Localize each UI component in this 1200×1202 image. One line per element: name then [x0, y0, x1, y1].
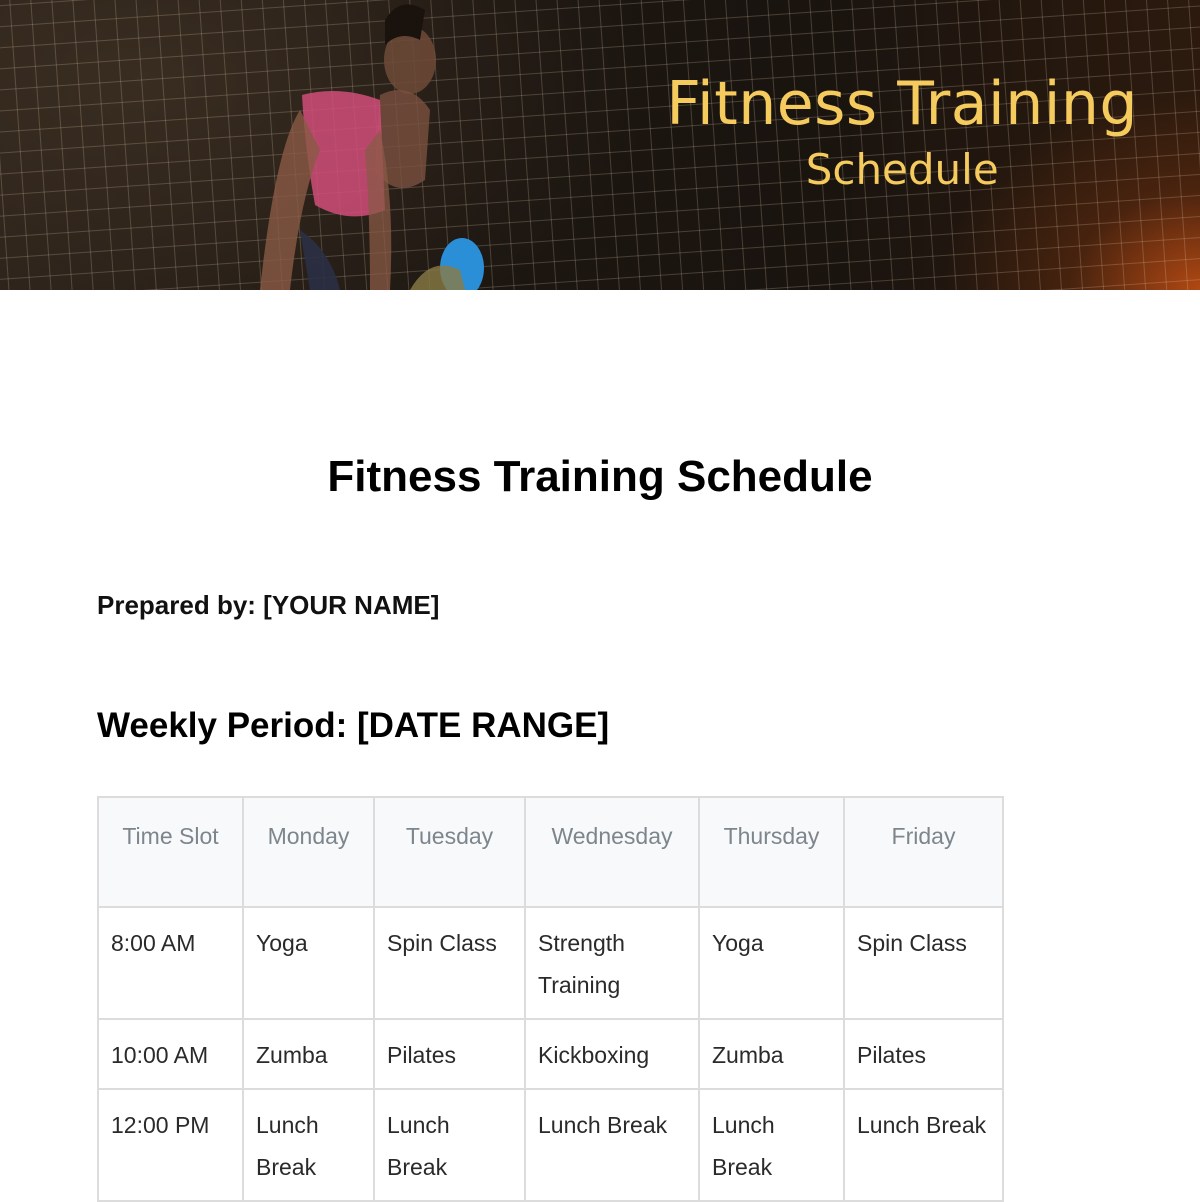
table-cell: Kickboxing: [524, 1018, 700, 1090]
table-header-row: Time Slot Monday Tuesday Wednesday Thurs…: [97, 796, 1004, 908]
table-row: 10:00 AM Zumba Pilates Kickboxing Zumba …: [97, 1018, 1004, 1090]
header-monday: Monday: [242, 796, 375, 908]
table-cell: Lunch Break: [373, 1088, 526, 1202]
table-cell: Lunch Break: [524, 1088, 700, 1202]
table-row: 8:00 AM Yoga Spin Class Strength Trainin…: [97, 906, 1004, 1020]
document-title: Fitness Training Schedule: [327, 452, 873, 501]
time-slot-cell: 8:00 AM: [97, 906, 244, 1020]
table-cell: Pilates: [843, 1018, 1004, 1090]
table-cell: Spin Class: [843, 906, 1004, 1020]
table-cell: Yoga: [698, 906, 845, 1020]
table-row: 12:00 PM Lunch Break Lunch Break Lunch B…: [97, 1088, 1004, 1202]
header-banner: Fitness Training Schedule: [0, 0, 1200, 290]
banner-title-line2: Schedule: [805, 145, 999, 194]
header-wednesday: Wednesday: [524, 796, 700, 908]
header-time-slot: Time Slot: [97, 796, 244, 908]
table-cell: Lunch Break: [698, 1088, 845, 1202]
header-thursday: Thursday: [698, 796, 845, 908]
table-cell: Zumba: [242, 1018, 375, 1090]
weekly-period: Weekly Period: [DATE RANGE]: [97, 706, 610, 745]
header-friday: Friday: [843, 796, 1004, 908]
time-slot-cell: 10:00 AM: [97, 1018, 244, 1090]
athlete-image: [260, 4, 484, 290]
table-cell: Strength Training: [524, 906, 700, 1020]
schedule-table: Time Slot Monday Tuesday Wednesday Thurs…: [97, 796, 1004, 1202]
banner-title: Fitness Training Schedule: [666, 66, 1138, 198]
table-cell: Lunch Break: [242, 1088, 375, 1202]
time-slot-cell: 12:00 PM: [97, 1088, 244, 1202]
header-tuesday: Tuesday: [373, 796, 526, 908]
banner-title-line1: Fitness Training: [666, 69, 1138, 139]
table-cell: Spin Class: [373, 906, 526, 1020]
table-cell: Lunch Break: [843, 1088, 1004, 1202]
prepared-by: Prepared by: [YOUR NAME]: [97, 590, 440, 620]
table-cell: Zumba: [698, 1018, 845, 1090]
table-cell: Pilates: [373, 1018, 526, 1090]
table-cell: Yoga: [242, 906, 375, 1020]
